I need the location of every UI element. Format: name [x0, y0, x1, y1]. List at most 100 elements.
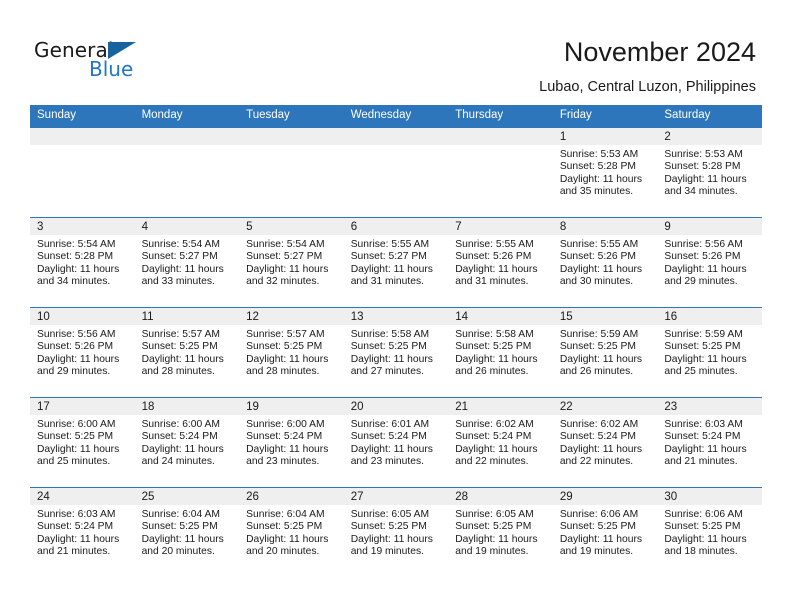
day-number: 3	[30, 218, 135, 235]
calendar-day-cell[interactable]: 13 Sunrise: 5:58 AM Sunset: 5:25 PM Dayligh…	[343, 307, 449, 398]
sunrise-text: Sunrise: 5:59 AM	[559, 329, 639, 340]
sunset-text: Sunset: 5:25 PM	[664, 521, 741, 533]
daylight-text-line1: Daylight: 11 hours	[246, 263, 329, 275]
calendar-cell-inner: 21 Sunrise: 6:02 AM Sunset: 5:24 PM Dayligh…	[448, 398, 553, 487]
calendar-day-cell[interactable]: 10 Sunrise: 5:56 AM Sunset: 5:26 PM Dayligh…	[30, 307, 135, 398]
daylight-text-line1: Daylight: 11 hours	[559, 353, 643, 365]
calendar-day-cell[interactable]: 28 Sunrise: 6:05 AM Sunset: 5:25 PM Dayligh…	[448, 487, 553, 577]
calendar-cell-inner: 11 Sunrise: 5:57 AM Sunset: 5:25 PM Dayligh…	[134, 308, 240, 397]
calendar-cell-inner	[30, 128, 135, 217]
daylight-text-line2: and 27 minutes.	[350, 366, 424, 378]
sunset-text: Sunset: 5:27 PM	[350, 251, 427, 263]
day-details: Sunrise: 5:56 AM Sunset: 5:26 PM Daylight:…	[657, 235, 762, 289]
daylight-text-line1: Daylight: 11 hours	[664, 173, 747, 185]
calendar-week-row: 1 Sunrise: 5:53 AM Sunset: 5:28 PM Daylight…	[30, 127, 762, 218]
calendar-cell-inner: 18 Sunrise: 6:00 AM Sunset: 5:24 PM Dayligh…	[134, 398, 240, 487]
calendar-day-cell[interactable]: 17 Sunrise: 6:00 AM Sunset: 5:25 PM Dayligh…	[30, 397, 135, 488]
daylight-text-line2: and 18 minutes.	[664, 546, 738, 558]
day-number: 24	[30, 488, 135, 505]
calendar-day-cell[interactable]: 4 Sunrise: 5:54 AM Sunset: 5:27 PM Daylight…	[134, 217, 240, 308]
day-number	[239, 128, 344, 145]
daylight-text-line1: Daylight: 11 hours	[559, 173, 643, 185]
calendar-day-cell[interactable]: 2 Sunrise: 5:53 AM Sunset: 5:28 PM Daylight…	[657, 127, 762, 218]
calendar-day-cell[interactable]: 11 Sunrise: 5:57 AM Sunset: 5:25 PM Dayligh…	[134, 307, 240, 398]
calendar-day-cell[interactable]: 3 Sunrise: 5:54 AM Sunset: 5:28 PM Daylight…	[30, 217, 135, 308]
calendar-day-cell[interactable]: 5 Sunrise: 5:54 AM Sunset: 5:27 PM Daylight…	[239, 217, 344, 308]
weekday-header-thursday: Thursday	[448, 105, 553, 128]
day-number: 28	[448, 488, 553, 505]
day-details: Sunrise: 5:57 AM Sunset: 5:25 PM Daylight:…	[135, 325, 240, 379]
sunset-text: Sunset: 5:24 PM	[37, 521, 114, 533]
day-number: 14	[448, 308, 553, 325]
calendar-day-cell[interactable]: 22 Sunrise: 6:02 AM Sunset: 5:24 PM Dayligh…	[552, 397, 658, 488]
daylight-text-line1: Daylight: 11 hours	[246, 443, 329, 455]
day-details: Sunrise: 5:58 AM Sunset: 5:25 PM Daylight:…	[448, 325, 553, 379]
weekday-header-wednesday: Wednesday	[343, 105, 449, 128]
calendar-day-cell[interactable]: 8 Sunrise: 5:55 AM Sunset: 5:26 PM Daylight…	[552, 217, 658, 308]
calendar-day-cell[interactable]: 9 Sunrise: 5:56 AM Sunset: 5:26 PM Daylight…	[657, 217, 762, 308]
daylight-text-line1: Daylight: 11 hours	[455, 533, 538, 545]
calendar-day-cell[interactable]: 23 Sunrise: 6:03 AM Sunset: 5:24 PM Dayligh…	[657, 397, 762, 488]
calendar-cell-inner: 1 Sunrise: 5:53 AM Sunset: 5:28 PM Daylight…	[552, 128, 658, 217]
calendar-day-cell[interactable]: 24 Sunrise: 6:03 AM Sunset: 5:24 PM Dayligh…	[30, 487, 135, 577]
day-details	[135, 145, 240, 149]
calendar-day-cell[interactable]: 25 Sunrise: 6:04 AM Sunset: 5:25 PM Dayligh…	[134, 487, 240, 577]
day-details: Sunrise: 5:55 AM Sunset: 5:27 PM Daylight:…	[344, 235, 449, 289]
calendar-cell-inner: 9 Sunrise: 5:56 AM Sunset: 5:26 PM Daylight…	[657, 218, 762, 307]
daylight-text-line1: Daylight: 11 hours	[664, 533, 747, 545]
daylight-text-line1: Daylight: 11 hours	[455, 353, 538, 365]
calendar-day-cell[interactable]: 20 Sunrise: 6:01 AM Sunset: 5:24 PM Dayligh…	[343, 397, 449, 488]
calendar-day-cell[interactable]: 15 Sunrise: 5:59 AM Sunset: 5:25 PM Dayligh…	[552, 307, 658, 398]
day-number: 19	[239, 398, 344, 415]
calendar-day-cell[interactable]: 26 Sunrise: 6:04 AM Sunset: 5:25 PM Dayligh…	[239, 487, 344, 577]
daylight-text-line1: Daylight: 11 hours	[246, 533, 329, 545]
general-blue-logo[interactable]: General Blue	[34, 38, 164, 84]
calendar-day-cell[interactable]: 16 Sunrise: 5:59 AM Sunset: 5:25 PM Dayligh…	[657, 307, 762, 398]
day-number: 5	[239, 218, 344, 235]
calendar-day-cell[interactable]: 21 Sunrise: 6:02 AM Sunset: 5:24 PM Dayligh…	[448, 397, 553, 488]
calendar-cell-inner: 17 Sunrise: 6:00 AM Sunset: 5:25 PM Dayligh…	[30, 398, 135, 487]
day-number: 26	[239, 488, 344, 505]
daylight-text-line1: Daylight: 11 hours	[37, 263, 120, 275]
sunset-text: Sunset: 5:25 PM	[141, 521, 218, 533]
sunset-text: Sunset: 5:24 PM	[141, 431, 218, 443]
calendar-day-cell[interactable]: 19 Sunrise: 6:00 AM Sunset: 5:24 PM Dayligh…	[239, 397, 344, 488]
sunrise-text: Sunrise: 6:04 AM	[141, 509, 220, 520]
calendar-day-cell[interactable]: 29 Sunrise: 6:06 AM Sunset: 5:25 PM Dayligh…	[552, 487, 658, 577]
daylight-text-line2: and 34 minutes.	[664, 186, 738, 198]
calendar-cell-inner: 8 Sunrise: 5:55 AM Sunset: 5:26 PM Daylight…	[552, 218, 658, 307]
day-details: Sunrise: 5:54 AM Sunset: 5:27 PM Daylight:…	[239, 235, 344, 289]
calendar-day-cell[interactable]: 14 Sunrise: 5:58 AM Sunset: 5:25 PM Dayligh…	[448, 307, 553, 398]
day-number: 22	[552, 398, 658, 415]
daylight-text-line2: and 30 minutes.	[559, 276, 634, 288]
daylight-text-line2: and 34 minutes.	[37, 276, 111, 288]
day-number: 4	[134, 218, 240, 235]
day-number: 20	[343, 398, 449, 415]
calendar-week-row: 24 Sunrise: 6:03 AM Sunset: 5:24 PM Dayligh…	[30, 487, 762, 577]
calendar-day-cell[interactable]: 27 Sunrise: 6:05 AM Sunset: 5:25 PM Dayligh…	[343, 487, 449, 577]
weekday-header-monday: Monday	[134, 105, 240, 128]
calendar-cell-inner: 10 Sunrise: 5:56 AM Sunset: 5:26 PM Dayligh…	[30, 308, 135, 397]
calendar-cell-inner: 3 Sunrise: 5:54 AM Sunset: 5:28 PM Daylight…	[30, 218, 135, 307]
calendar-day-cell[interactable]: 12 Sunrise: 5:57 AM Sunset: 5:25 PM Dayligh…	[239, 307, 344, 398]
sunset-text: Sunset: 5:26 PM	[664, 251, 741, 263]
calendar-day-cell[interactable]: 30 Sunrise: 6:06 AM Sunset: 5:25 PM Dayligh…	[657, 487, 762, 577]
sunrise-text: Sunrise: 5:54 AM	[246, 239, 325, 250]
calendar-day-cell[interactable]: 18 Sunrise: 6:00 AM Sunset: 5:24 PM Dayligh…	[134, 397, 240, 488]
calendar-cell-inner: 6 Sunrise: 5:55 AM Sunset: 5:27 PM Daylight…	[343, 218, 449, 307]
sunset-text: Sunset: 5:28 PM	[664, 161, 741, 173]
calendar-day-cell[interactable]: 6 Sunrise: 5:55 AM Sunset: 5:27 PM Daylight…	[343, 217, 449, 308]
day-details: Sunrise: 5:55 AM Sunset: 5:26 PM Daylight:…	[553, 235, 658, 289]
sunrise-text: Sunrise: 6:01 AM	[350, 419, 430, 430]
calendar-day-cell[interactable]: 1 Sunrise: 5:53 AM Sunset: 5:28 PM Daylight…	[552, 127, 658, 218]
weekday-header-row: Sunday Monday Tuesday Wednesday Thursday…	[30, 105, 762, 128]
day-number: 7	[448, 218, 553, 235]
calendar-cell-empty	[30, 127, 135, 218]
daylight-text-line1: Daylight: 11 hours	[246, 353, 329, 365]
calendar-day-cell[interactable]: 7 Sunrise: 5:55 AM Sunset: 5:26 PM Daylight…	[448, 217, 553, 308]
calendar-cell-inner: 20 Sunrise: 6:01 AM Sunset: 5:24 PM Dayligh…	[343, 398, 449, 487]
daylight-text-line2: and 19 minutes.	[455, 546, 529, 558]
calendar-cell-empty	[343, 127, 449, 218]
sunrise-text: Sunrise: 5:57 AM	[246, 329, 325, 340]
sunrise-text: Sunrise: 6:00 AM	[141, 419, 220, 430]
